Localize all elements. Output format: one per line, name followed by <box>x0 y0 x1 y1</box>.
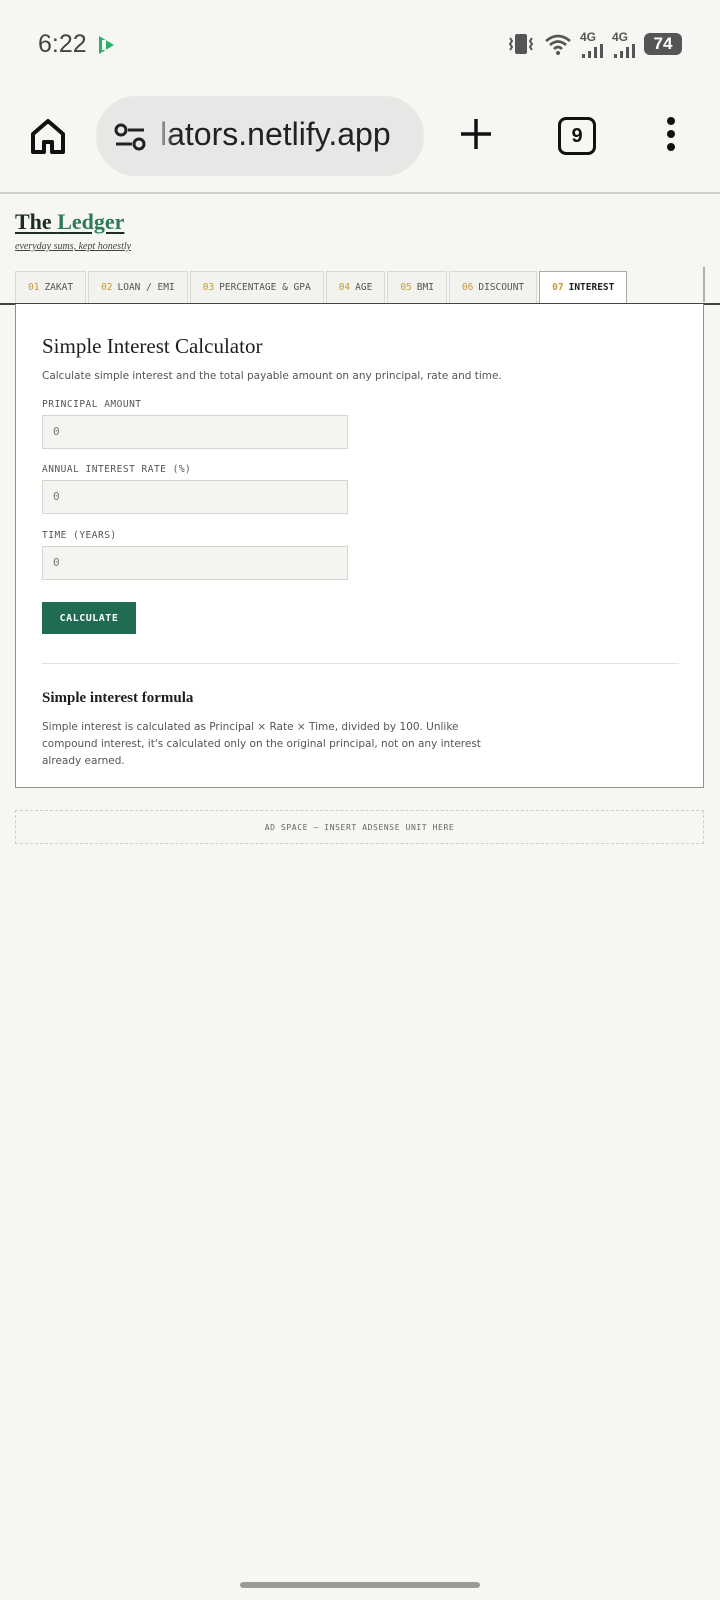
tab-number: 07 <box>552 282 564 293</box>
tab-number: 06 <box>461 282 474 293</box>
principal-input[interactable]: 0 <box>42 415 348 449</box>
calculator-title: Simple Interest Calculator <box>42 334 263 358</box>
tab-loan-emi[interactable]: 02 LOAN / EMI <box>88 271 188 303</box>
calculator-description: Calculate simple interest and the total … <box>42 370 502 382</box>
status-time: 6:22 <box>38 30 87 58</box>
status-icons: 4G 4G 74 <box>506 30 682 58</box>
more-menu-icon[interactable] <box>664 116 678 152</box>
rate-label: ANNUAL INTEREST RATE (%) <box>42 464 192 475</box>
tab-switcher-button[interactable]: 9 <box>558 117 596 155</box>
formula-text: Simple interest is calculated as Princip… <box>42 721 481 767</box>
app-notification-icon <box>99 36 114 54</box>
tab-bmi[interactable]: 05 BMI <box>387 271 447 303</box>
site-title-part1: The <box>15 209 58 234</box>
tab-number: 05 <box>400 282 412 293</box>
calculator-card: Simple Interest Calculator Calculate sim… <box>15 304 704 788</box>
site-tagline: everyday sums, kept honestly <box>15 241 132 252</box>
time-input[interactable]: 0 <box>42 546 348 580</box>
site-title-part2: Ledger <box>57 209 125 234</box>
tab-label: ZAKAT <box>44 282 74 293</box>
tab-label: PERCENTAGE & GPA <box>219 282 311 293</box>
tab-number: 04 <box>338 282 351 293</box>
network-type-2: 4G <box>612 30 629 44</box>
tab-number: 03 <box>202 282 215 293</box>
time-label: TIME (YEARS) <box>42 530 117 541</box>
signal-icon-1 <box>582 44 603 58</box>
section-divider <box>42 663 679 664</box>
address-bar[interactable]: lators.netlify.app <box>96 96 424 176</box>
ad-placeholder: AD SPACE — INSERT ADSENSE UNIT HERE <box>15 810 704 844</box>
browser-toolbar: lators.netlify.app 9 <box>0 94 720 188</box>
tab-age[interactable]: 04 AGE <box>325 271 386 303</box>
status-bar: 6:22 4G 4G 74 <box>0 0 720 94</box>
tab-number: 02 <box>101 282 113 293</box>
formula-title: Simple interest formula <box>42 690 194 706</box>
tab-number: 01 <box>28 282 40 293</box>
site-settings-icon[interactable] <box>114 122 148 152</box>
tab-discount[interactable]: 06 DISCOUNT <box>448 271 538 303</box>
signal-icon-2 <box>614 44 635 58</box>
tab-zakat[interactable]: 01 ZAKAT <box>15 271 87 303</box>
url-fade <box>154 96 174 176</box>
tab-percentage-gpa[interactable]: 03 PERCENTAGE & GPA <box>189 271 324 303</box>
rate-input[interactable]: 0 <box>42 480 348 514</box>
battery-indicator: 74 <box>644 33 682 55</box>
calculator-tabs: 01 ZAKAT 02 LOAN / EMI 03 PERCENTAGE & GPA … <box>15 271 629 304</box>
tab-label: INTEREST <box>568 282 615 293</box>
tab-label: BMI <box>416 282 434 293</box>
url-text[interactable]: lators.netlify.app <box>160 116 391 153</box>
tab-label: LOAN / EMI <box>117 282 175 293</box>
new-tab-icon[interactable] <box>458 116 494 152</box>
tab-interest[interactable]: 07 INTEREST <box>539 271 628 304</box>
wifi-icon <box>545 34 571 55</box>
browser-divider <box>0 192 720 194</box>
tab-label: DISCOUNT <box>478 282 525 293</box>
tabs-scroll-edge <box>703 267 705 302</box>
tab-label: AGE <box>355 282 373 293</box>
principal-label: PRINCIPAL AMOUNT <box>42 399 142 410</box>
site-title[interactable]: The Ledger <box>15 209 124 235</box>
vibrate-icon <box>508 34 534 54</box>
gesture-bar[interactable] <box>240 1582 480 1588</box>
network-type-1: 4G <box>580 30 597 44</box>
home-icon[interactable] <box>28 116 68 156</box>
calculate-button[interactable]: CALCULATE <box>42 602 136 634</box>
